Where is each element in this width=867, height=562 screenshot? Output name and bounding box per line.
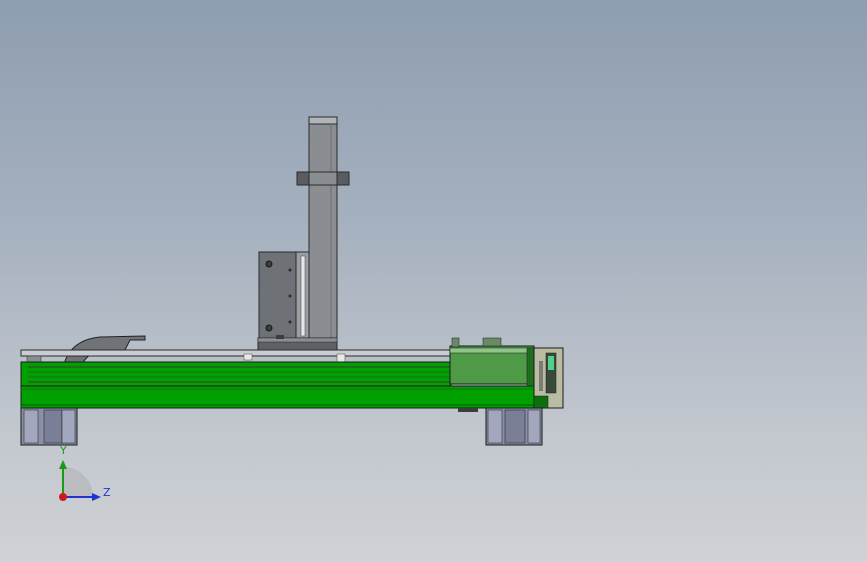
- cad-model-view[interactable]: [0, 0, 867, 562]
- triad-y-label: Y: [60, 444, 67, 457]
- screw-head: [265, 260, 273, 268]
- y-axis-arrow-icon: [59, 460, 67, 469]
- left-foot[interactable]: [20, 407, 78, 446]
- screw-head: [265, 324, 273, 332]
- graphics-viewport[interactable]: Y Z: [0, 0, 867, 562]
- origin-point-icon: [59, 493, 67, 501]
- z-axis-arrow-icon: [92, 493, 101, 501]
- end-plate[interactable]: [533, 347, 564, 409]
- motor-box[interactable]: [449, 337, 536, 387]
- triad-z-label: Z: [103, 486, 111, 499]
- coordinate-triad: [59, 460, 101, 501]
- right-foot[interactable]: [458, 407, 543, 446]
